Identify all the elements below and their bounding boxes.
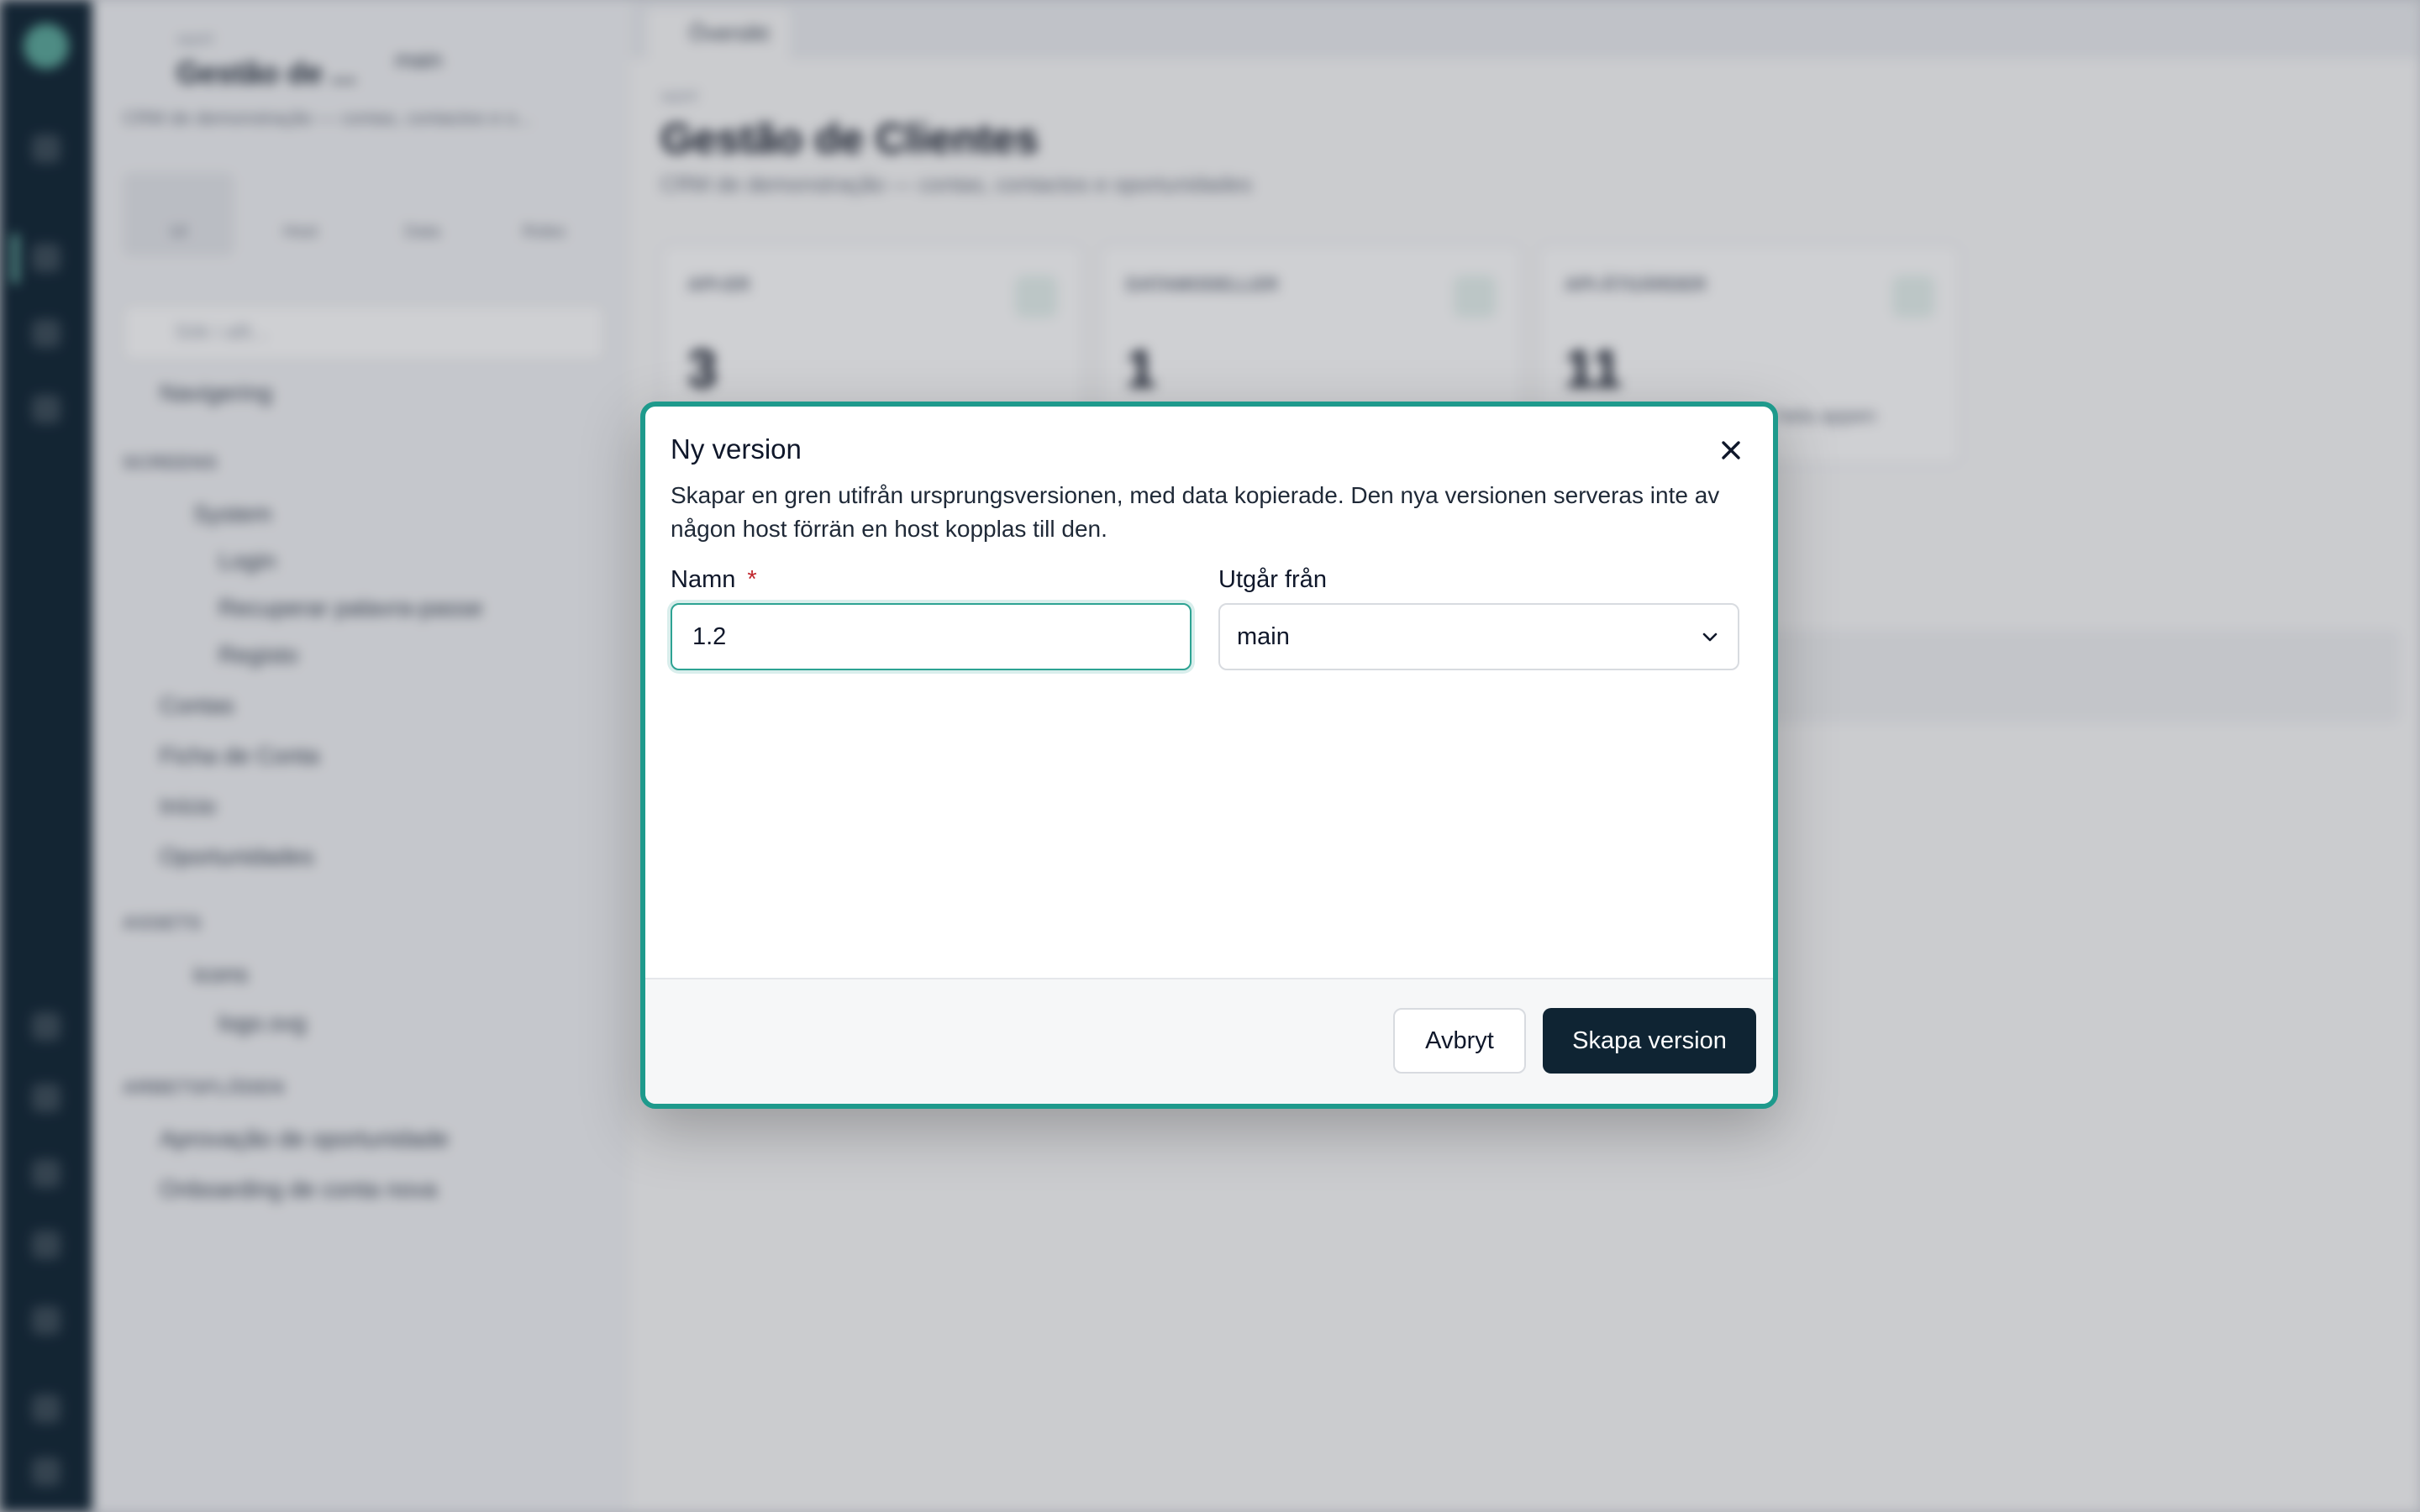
name-label-text: Namn — [671, 566, 736, 593]
base-version-select[interactable]: main — [1218, 603, 1739, 670]
cancel-button[interactable]: Avbryt — [1393, 1008, 1526, 1074]
create-version-button[interactable]: Skapa version — [1543, 1008, 1756, 1074]
chevron-down-icon — [1702, 633, 1718, 642]
version-name-input[interactable] — [671, 603, 1192, 670]
close-button[interactable] — [1711, 430, 1751, 470]
dialog-footer: Avbryt Skapa version — [645, 978, 1773, 1104]
dialog-description: Skapar en gren utifrån ursprungsversione… — [671, 482, 1720, 542]
dialog-title: Ny version — [671, 433, 802, 465]
close-icon — [1722, 441, 1740, 459]
base-field-label: Utgår från — [1218, 566, 1327, 593]
new-version-dialog: Ny version Skapar en gren utifrån urspru… — [640, 402, 1778, 1109]
base-version-value: main — [1237, 623, 1290, 650]
name-field-label: Namn * — [671, 566, 757, 594]
required-marker: * — [747, 566, 757, 593]
